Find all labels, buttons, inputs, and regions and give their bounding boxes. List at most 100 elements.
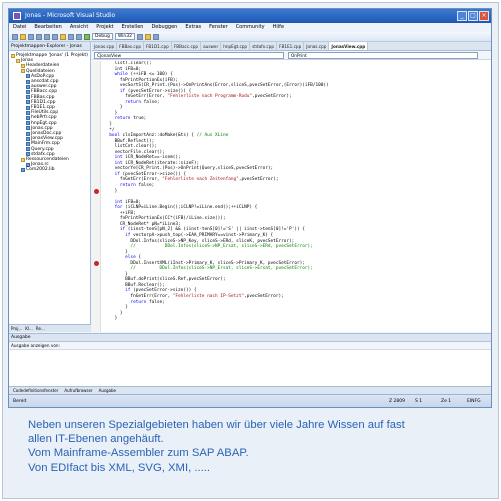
editor-tabs: Jonas.cpp FBBas.cpp FB1D1.cpp FBBacc.cpp aus… — [92, 42, 491, 51]
ide-window: Jonas - Microsoft Visual Studio _ □ × Da… — [8, 8, 492, 408]
file-icon — [26, 116, 30, 121]
file-icon — [21, 168, 25, 173]
editor-tab[interactable]: FBBacc.cpp — [172, 42, 202, 50]
menu-item[interactable]: Bearbeiten — [34, 23, 61, 32]
redo-icon[interactable] — [76, 33, 82, 40]
folder-icon — [11, 53, 15, 58]
menu-item[interactable]: Extras — [185, 23, 201, 32]
status-line: Z 2809 — [389, 399, 405, 404]
folder-icon — [21, 69, 25, 74]
caption-line: allen IT-Ebenen angehäuft. — [28, 433, 164, 446]
editor-tab[interactable]: Jonas.cpp — [92, 42, 118, 50]
file-icon — [26, 131, 30, 136]
minimize-button[interactable]: _ — [457, 11, 467, 21]
save-icon[interactable] — [28, 33, 34, 40]
status-text: Bereit — [13, 399, 27, 404]
open-folder-icon[interactable] — [20, 33, 26, 40]
status-column: S 1 — [415, 399, 423, 404]
editor-tab[interactable]: hnpEgt.cpp — [221, 42, 251, 50]
class-select[interactable]: CJonasView — [94, 52, 284, 59]
solution-tree: Projektmappe 'Jonas' (1 Projekt) Jonas Hea… — [9, 51, 90, 173]
new-project-icon[interactable] — [12, 33, 18, 40]
status-char: Ze 1 — [441, 399, 452, 404]
left-panel-tab[interactable]: Re... — [36, 325, 45, 332]
caption-line: Von EDIfact bis XML, SVG, XMI, ..... — [28, 461, 211, 474]
output-tab[interactable]: Aufrufbrowser — [64, 387, 92, 394]
caption-line: Vom Mainframe-Assembler zum SAP ABAP. — [28, 447, 249, 460]
file-icon — [26, 79, 30, 84]
editor-tab[interactable]: auswer — [201, 42, 222, 50]
save-all-icon[interactable] — [36, 33, 42, 40]
menu-item[interactable]: Hilfe — [273, 23, 284, 32]
solution-explorer-header: Projektmappen-Explorer - Jonas — [9, 42, 90, 51]
code-text[interactable]: listT.clear(); int iFB=0; while (++iFB <… — [92, 61, 491, 332]
find-icon[interactable] — [137, 33, 143, 40]
output-panel: Ausgabe Ausgabe anzeigen von: Codedefini… — [9, 333, 491, 394]
left-panel-tabs: Proj... Kl... Re... — [9, 324, 91, 332]
file-icon — [26, 105, 30, 110]
visual-studio-icon — [13, 12, 21, 20]
status-bar: Bereit Z 2809 S 1 Ze 1 EINFG — [9, 394, 491, 407]
editor-tab[interactable]: FB1D1.cpp — [144, 42, 172, 50]
menu-item[interactable]: Projekt — [96, 23, 113, 32]
copy-icon[interactable] — [52, 33, 58, 40]
solution-explorer: Projektmappen-Explorer - Jonas Projektma… — [9, 42, 91, 332]
maximize-button[interactable]: □ — [468, 11, 478, 21]
file-icon — [26, 142, 30, 147]
menu-item[interactable]: Datei — [13, 23, 26, 32]
solution-explorer-icon[interactable] — [145, 33, 151, 40]
menu-item[interactable]: Community — [236, 23, 265, 32]
file-icon — [26, 95, 30, 100]
file-icon — [26, 100, 30, 105]
editor-tab[interactable]: Jonas.cpp — [304, 42, 330, 50]
output-tab[interactable]: Ausgabe — [99, 387, 116, 394]
output-header: Ausgabe — [9, 334, 491, 342]
caption-line: Neben unseren Spezialgebieten haben wir … — [28, 419, 405, 431]
file-icon — [26, 84, 30, 89]
undo-icon[interactable] — [68, 33, 74, 40]
menu-item[interactable]: Ansicht — [70, 23, 88, 32]
tree-item[interactable]: Com2002.lib — [11, 167, 90, 172]
navigation-bar: CJonasView OnPrint — [92, 51, 491, 60]
output-source-label: Ausgabe anzeigen von: — [9, 342, 491, 350]
caption-text: Neben unseren Spezialgebieten haben wir … — [28, 418, 488, 475]
file-icon — [26, 74, 30, 79]
editor-tab[interactable]: FB1E1.cpp — [277, 42, 305, 50]
folder-icon — [16, 58, 20, 63]
left-panel-tab[interactable]: Proj... — [11, 325, 22, 332]
file-icon — [26, 110, 30, 115]
window-controls: _ □ × — [457, 11, 489, 21]
properties-icon[interactable] — [153, 33, 159, 40]
folder-icon — [21, 64, 25, 68]
file-icon — [26, 136, 30, 141]
menu-item[interactable]: Debuggen — [151, 23, 177, 32]
file-icon — [26, 90, 30, 95]
menu-item[interactable]: Erstellen — [122, 23, 144, 32]
code-editor: Jonas.cpp FBBas.cpp FB1D1.cpp FBBacc.cpp aus… — [92, 42, 491, 332]
editor-tab[interactable]: FBBas.cpp — [117, 42, 145, 50]
editor-tab[interactable]: JonasView.cpp — [329, 42, 369, 50]
file-icon — [26, 147, 30, 152]
configuration-select[interactable]: Debug — [92, 33, 113, 40]
paste-icon[interactable] — [60, 33, 66, 40]
close-button[interactable]: × — [479, 11, 489, 21]
folder-icon — [21, 157, 25, 162]
status-mode: EINFG — [467, 399, 481, 404]
file-icon — [26, 126, 30, 131]
platform-select[interactable]: Win32 — [114, 33, 135, 40]
tree-item-label: Com2002.lib — [26, 167, 55, 173]
start-debug-icon[interactable] — [84, 33, 90, 40]
editor-tab[interactable]: stdafx.cpp — [250, 42, 278, 50]
title-bar: Jonas - Microsoft Visual Studio _ □ × — [9, 9, 491, 23]
left-panel-tab[interactable]: Kl... — [25, 325, 33, 332]
menu-item[interactable]: Fenster — [209, 23, 228, 32]
file-icon — [26, 152, 30, 157]
cut-icon[interactable] — [44, 33, 50, 40]
file-icon — [26, 121, 30, 126]
member-select[interactable]: OnPrint — [288, 52, 478, 59]
output-tabs: Codedefinitionsfenster Aufrufbrowser Ausga… — [9, 386, 491, 394]
output-tab[interactable]: Codedefinitionsfenster — [13, 387, 58, 394]
toolbar: Debug Win32 — [9, 32, 491, 42]
window-title: Jonas - Microsoft Visual Studio — [25, 12, 116, 19]
